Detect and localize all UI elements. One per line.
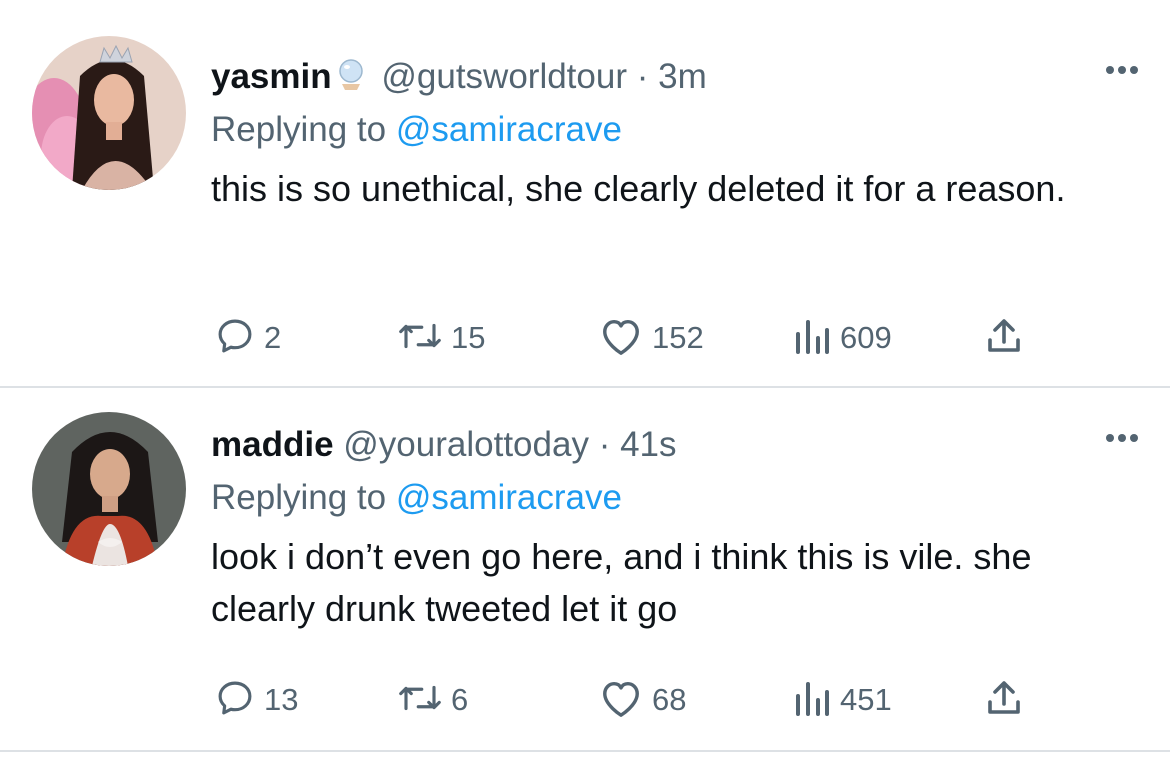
user-handle[interactable]: @gutsworldtour <box>381 57 627 96</box>
retweet-button[interactable]: 15 <box>397 313 485 363</box>
tweet-text: look i don’t even go here, and i think t… <box>211 536 1032 629</box>
views-button[interactable]: 451 <box>792 675 892 725</box>
timestamp[interactable]: 3m <box>658 57 707 96</box>
heart-outline-icon <box>598 315 644 362</box>
timestamp[interactable]: 41s <box>620 425 676 464</box>
bar-chart-icon <box>792 316 832 361</box>
tweet[interactable]: yasmin @gutsworldtour · 3m Replying to @… <box>0 0 1170 388</box>
share-upload-icon <box>984 316 1024 361</box>
reply-button[interactable]: 13 <box>214 675 298 725</box>
replying-to: Replying to @samiracrave <box>211 474 1130 522</box>
retweet-arrows-icon <box>397 677 443 724</box>
reply-count: 13 <box>264 682 299 717</box>
replying-to: Replying to @samiracrave <box>211 106 1130 154</box>
user-handle[interactable]: @youralottoday <box>343 425 589 464</box>
share-button[interactable] <box>984 675 1024 725</box>
views-count: 451 <box>840 682 892 717</box>
reply-count: 2 <box>264 320 282 355</box>
separator-dot: · <box>598 425 611 464</box>
replying-to-link[interactable]: @samiracrave <box>396 478 622 517</box>
bar-chart-icon <box>792 678 832 723</box>
like-button[interactable]: 152 <box>598 313 704 363</box>
share-button[interactable] <box>984 313 1024 363</box>
replying-to-label: Replying to <box>211 478 387 517</box>
divider <box>0 750 1170 752</box>
tweet-text: this is so unethical, she clearly delete… <box>211 168 1066 209</box>
share-upload-icon <box>984 678 1024 723</box>
views-button[interactable]: 609 <box>792 313 892 363</box>
like-button[interactable]: 68 <box>598 675 686 725</box>
retweet-count: 6 <box>451 682 469 717</box>
separator-dot: · <box>636 57 649 96</box>
like-count: 152 <box>652 320 704 355</box>
retweet-button[interactable]: 6 <box>397 675 468 725</box>
speech-bubble-icon <box>214 315 256 362</box>
reply-button[interactable]: 2 <box>214 313 281 363</box>
like-count: 68 <box>652 682 687 717</box>
replying-to-link[interactable]: @samiracrave <box>396 110 622 149</box>
replying-to-label: Replying to <box>211 110 387 149</box>
retweet-arrows-icon <box>397 315 443 362</box>
heart-outline-icon <box>598 677 644 724</box>
views-count: 609 <box>840 320 892 355</box>
retweet-count: 15 <box>451 320 486 355</box>
crystal-ball-emoji-icon <box>336 54 366 108</box>
more-horizontal-icon[interactable] <box>1099 50 1145 90</box>
display-name[interactable]: yasmin <box>211 57 332 96</box>
more-horizontal-icon[interactable] <box>1099 418 1145 458</box>
display-name[interactable]: maddie <box>211 425 334 464</box>
divider <box>0 386 1170 388</box>
avatar[interactable] <box>32 412 186 566</box>
avatar[interactable] <box>32 36 186 190</box>
tweet[interactable]: maddie @youralottoday · 41s Replying to … <box>0 390 1170 751</box>
speech-bubble-icon <box>214 677 256 724</box>
